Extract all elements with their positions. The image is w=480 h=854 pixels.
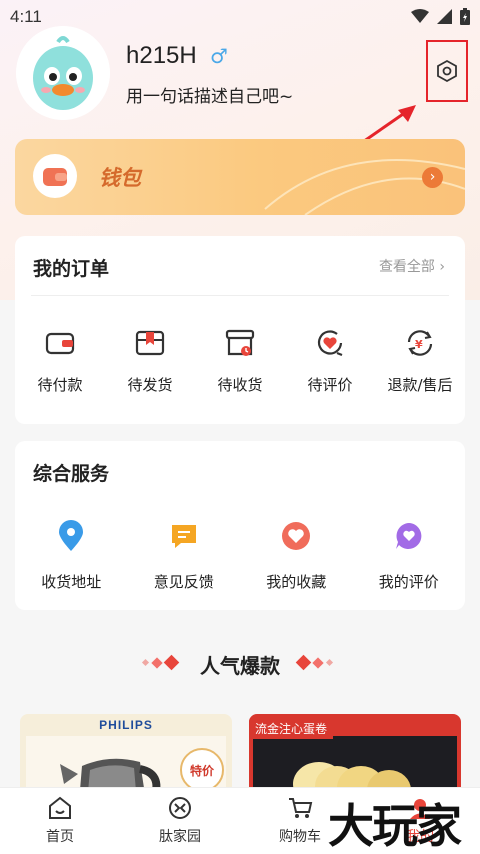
status-time: 4:11 bbox=[10, 7, 42, 26]
wallet-icon bbox=[43, 326, 77, 360]
hot-section-title: 人气爆款 bbox=[200, 654, 280, 678]
service-favorites[interactable]: 我的收藏 bbox=[240, 519, 353, 592]
nav-community[interactable]: 肽家园 bbox=[120, 788, 240, 854]
wallet-label: 钱包 bbox=[99, 166, 141, 190]
orders-card: 我的订单 查看全部 › 待付款 待发货 待收货 待评价 ¥ 退款/售后 bbox=[15, 236, 465, 424]
profile-bio[interactable]: 用一句话描述自己吧~ bbox=[126, 82, 293, 107]
location-icon bbox=[54, 519, 88, 553]
order-pending-review[interactable]: 待评价 bbox=[285, 326, 375, 395]
cart-icon bbox=[289, 798, 313, 818]
item-label: 待付款 bbox=[37, 376, 83, 394]
chevron-right-icon: › bbox=[439, 259, 445, 275]
divider bbox=[31, 295, 449, 296]
orders-title: 我的订单 bbox=[33, 258, 110, 280]
order-pending-receipt[interactable]: 待收货 bbox=[195, 326, 285, 395]
signal-icon bbox=[437, 9, 452, 24]
watermark-logo: 大玩家 bbox=[328, 799, 462, 853]
order-pending-shipment[interactable]: 待发货 bbox=[105, 326, 195, 395]
item-label: 意见反馈 bbox=[153, 573, 214, 591]
male-gender-icon: ♂ bbox=[210, 44, 228, 68]
item-label: 我的评价 bbox=[378, 573, 439, 591]
refund-icon: ¥ bbox=[403, 326, 437, 360]
nav-label: 首页 bbox=[46, 829, 74, 845]
wifi-icon bbox=[411, 9, 429, 23]
home-icon bbox=[49, 796, 71, 819]
settings-button[interactable] bbox=[426, 40, 468, 102]
services-card: 综合服务 收货地址 意见反馈 我的收藏 我的评价 bbox=[15, 441, 465, 610]
view-all-label: 查看全部 bbox=[378, 259, 435, 275]
community-icon bbox=[169, 797, 191, 819]
review-icon bbox=[313, 326, 347, 360]
section-decoration-right bbox=[295, 654, 334, 671]
heart-icon bbox=[279, 519, 313, 553]
svg-text:¥: ¥ bbox=[415, 338, 423, 351]
wallet-banner[interactable]: 钱包 › bbox=[15, 139, 465, 215]
delivery-box-icon bbox=[223, 326, 257, 360]
item-label: 退款/售后 bbox=[387, 376, 453, 394]
item-label: 收货地址 bbox=[41, 573, 102, 591]
item-label: 我的收藏 bbox=[266, 573, 327, 591]
service-my-reviews[interactable]: 我的评价 bbox=[353, 519, 466, 592]
order-status-row: 待付款 待发货 待收货 待评价 ¥ 退款/售后 bbox=[15, 326, 465, 395]
order-refund-aftersales[interactable]: ¥ 退款/售后 bbox=[375, 326, 465, 395]
settings-hexagon-icon bbox=[437, 59, 457, 83]
special-price-badge: 特价 bbox=[180, 748, 224, 792]
view-all-orders-link[interactable]: 查看全部 › bbox=[379, 256, 445, 276]
package-icon bbox=[133, 326, 167, 360]
comment-heart-icon bbox=[392, 519, 426, 553]
status-icons bbox=[411, 8, 470, 25]
duck-avatar-icon bbox=[16, 26, 110, 120]
nav-home[interactable]: 首页 bbox=[0, 788, 120, 854]
wallet-icon bbox=[33, 154, 77, 198]
avatar[interactable] bbox=[16, 26, 110, 120]
username: h215H bbox=[126, 42, 197, 69]
services-row: 收货地址 意见反馈 我的收藏 我的评价 bbox=[15, 519, 465, 592]
feedback-icon bbox=[167, 519, 201, 553]
item-label: 待收货 bbox=[217, 376, 263, 394]
services-title: 综合服务 bbox=[33, 463, 110, 485]
product-promo-tag: 流金注心蛋卷 bbox=[249, 718, 334, 739]
battery-icon bbox=[460, 8, 470, 25]
nav-label: 购物车 bbox=[279, 829, 321, 845]
service-shipping-address[interactable]: 收货地址 bbox=[15, 519, 128, 592]
nav-label: 肽家园 bbox=[159, 829, 201, 845]
item-label: 待评价 bbox=[307, 376, 353, 394]
wallet-arrow-icon: › bbox=[422, 167, 443, 188]
order-pending-payment[interactable]: 待付款 bbox=[15, 326, 105, 395]
service-feedback[interactable]: 意见反馈 bbox=[128, 519, 241, 592]
item-label: 待发货 bbox=[127, 376, 173, 394]
